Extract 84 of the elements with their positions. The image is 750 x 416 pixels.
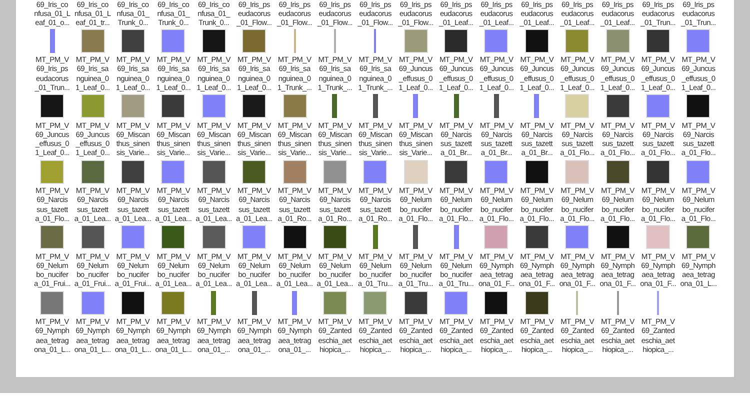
texture-thumbnail[interactable] bbox=[524, 225, 549, 250]
texture-thumbnail[interactable] bbox=[40, 94, 64, 118]
texture-thumbnail[interactable] bbox=[40, 225, 64, 250]
texture-thumbnail[interactable] bbox=[606, 94, 630, 118]
texture-thumbnail[interactable] bbox=[282, 160, 307, 184]
texture-thumbnail[interactable] bbox=[576, 290, 578, 315]
texture-thumbnail[interactable] bbox=[294, 28, 296, 53]
texture-thumbnail[interactable] bbox=[161, 28, 186, 53]
texture-thumbnail[interactable] bbox=[242, 94, 266, 118]
texture-thumbnail[interactable] bbox=[80, 28, 105, 53]
texture-thumbnail[interactable] bbox=[374, 28, 376, 53]
texture-thumbnail[interactable] bbox=[161, 94, 186, 118]
texture-thumbnail[interactable] bbox=[657, 290, 660, 315]
texture-thumbnail[interactable] bbox=[120, 290, 145, 315]
texture-thumbnail[interactable] bbox=[332, 94, 338, 118]
texture-thumbnail[interactable] bbox=[202, 160, 226, 184]
texture-thumbnail[interactable] bbox=[80, 290, 105, 315]
texture-thumbnail[interactable] bbox=[50, 28, 55, 53]
texture-thumbnail[interactable] bbox=[120, 225, 145, 250]
texture-thumbnail[interactable] bbox=[202, 94, 226, 118]
texture-thumbnail[interactable] bbox=[484, 160, 508, 184]
texture-thumbnail[interactable] bbox=[322, 225, 347, 250]
texture-thumbnail[interactable] bbox=[120, 28, 145, 53]
texture-thumbnail[interactable] bbox=[686, 94, 710, 118]
texture-thumbnail[interactable] bbox=[686, 160, 710, 184]
texture-thumbnail[interactable] bbox=[413, 94, 418, 118]
texture-thumbnail[interactable] bbox=[202, 28, 226, 53]
texture-thumbnail[interactable] bbox=[524, 290, 549, 315]
texture-thumbnail[interactable] bbox=[565, 94, 590, 118]
texture-thumbnail[interactable] bbox=[80, 225, 105, 250]
texture-thumbnail[interactable] bbox=[686, 225, 710, 250]
texture-thumbnail[interactable] bbox=[524, 28, 549, 53]
texture-thumbnail[interactable] bbox=[606, 160, 630, 184]
texture-thumbnail[interactable] bbox=[646, 160, 670, 184]
texture-thumbnail[interactable] bbox=[80, 94, 105, 118]
texture-thumbnail[interactable] bbox=[454, 94, 459, 118]
texture-thumbnail[interactable] bbox=[40, 290, 64, 315]
texture-thumbnail[interactable] bbox=[80, 160, 105, 184]
texture-thumbnail[interactable] bbox=[404, 290, 428, 315]
texture-thumbnail[interactable] bbox=[292, 290, 298, 315]
texture-thumbnail[interactable] bbox=[322, 290, 347, 315]
texture-thumbnail[interactable] bbox=[444, 290, 468, 315]
texture-thumbnail[interactable] bbox=[334, 28, 336, 53]
texture-thumbnail[interactable] bbox=[484, 290, 508, 315]
texture-thumbnail[interactable] bbox=[282, 225, 307, 250]
texture-thumbnail[interactable] bbox=[120, 94, 145, 118]
texture-thumbnail[interactable] bbox=[161, 290, 186, 315]
texture-thumbnail[interactable] bbox=[565, 225, 590, 250]
texture-thumbnail[interactable] bbox=[40, 160, 64, 184]
texture-thumbnail[interactable] bbox=[363, 290, 388, 315]
texture-thumbnail[interactable] bbox=[211, 290, 216, 315]
texture-thumbnail[interactable] bbox=[252, 290, 257, 315]
texture-thumbnail[interactable] bbox=[616, 290, 619, 315]
texture-thumbnail[interactable] bbox=[524, 160, 549, 184]
texture-thumbnail[interactable] bbox=[413, 225, 418, 250]
texture-thumbnail[interactable] bbox=[161, 160, 186, 184]
texture-thumbnail[interactable] bbox=[242, 160, 266, 184]
texture-thumbnail[interactable] bbox=[565, 160, 590, 184]
texture-thumbnail[interactable] bbox=[161, 225, 186, 250]
texture-thumbnail[interactable] bbox=[404, 28, 428, 53]
texture-thumbnail[interactable] bbox=[646, 94, 670, 118]
texture-thumbnail[interactable] bbox=[202, 225, 226, 250]
texture-thumbnail[interactable] bbox=[372, 225, 378, 250]
texture-thumbnail[interactable] bbox=[454, 225, 459, 250]
texture-thumbnail[interactable] bbox=[484, 225, 508, 250]
texture-thumbnail[interactable] bbox=[242, 225, 266, 250]
texture-thumbnail[interactable] bbox=[444, 28, 468, 53]
texture-thumbnail[interactable] bbox=[120, 160, 145, 184]
texture-thumbnail[interactable] bbox=[322, 160, 347, 184]
texture-thumbnail[interactable] bbox=[606, 225, 630, 250]
texture-thumbnail[interactable] bbox=[444, 160, 468, 184]
texture-thumbnail[interactable] bbox=[404, 160, 428, 184]
texture-thumbnail[interactable] bbox=[565, 28, 590, 53]
texture-thumbnail[interactable] bbox=[282, 94, 307, 118]
texture-thumbnail[interactable] bbox=[686, 28, 710, 53]
texture-thumbnail[interactable] bbox=[646, 225, 670, 250]
texture-thumbnail[interactable] bbox=[372, 94, 378, 118]
texture-thumbnail[interactable] bbox=[363, 160, 388, 184]
texture-thumbnail[interactable] bbox=[606, 28, 630, 53]
texture-thumbnail[interactable] bbox=[534, 94, 540, 118]
texture-thumbnail[interactable] bbox=[242, 28, 266, 53]
texture-thumbnail[interactable] bbox=[494, 94, 499, 118]
texture-thumbnail[interactable] bbox=[484, 28, 508, 53]
texture-thumbnail[interactable] bbox=[646, 28, 670, 53]
